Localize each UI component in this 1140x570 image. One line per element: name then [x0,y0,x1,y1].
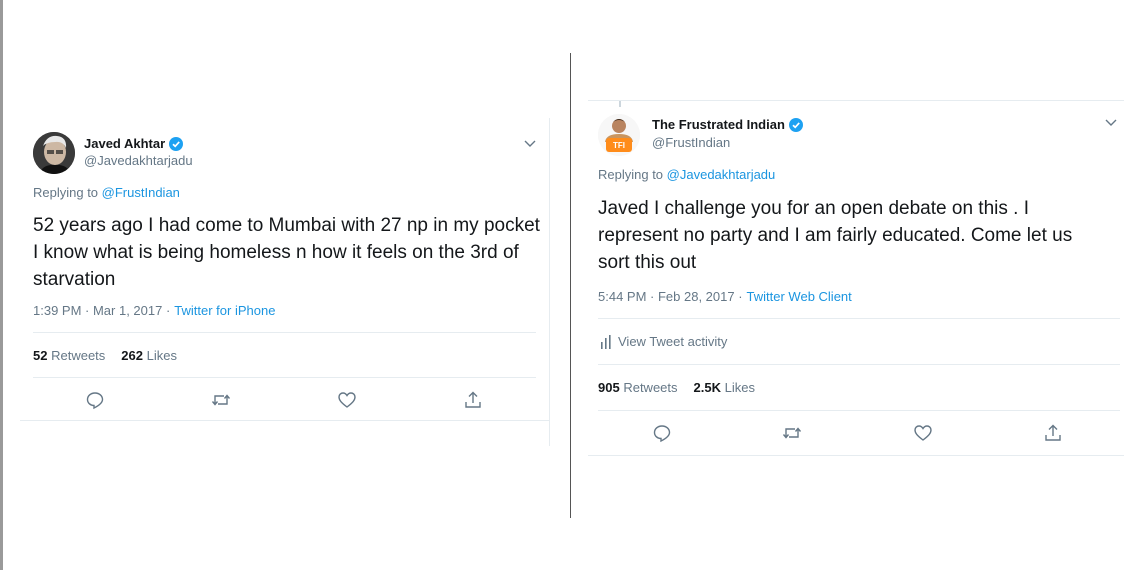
share-icon[interactable] [1043,423,1063,443]
verified-badge-icon [169,136,184,151]
divider [598,318,1120,319]
reply-icon[interactable] [652,423,672,443]
author-handle[interactable]: @Javedakhtarjadu [84,153,193,168]
replying-to: Replying to @Javedakhtarjadu [598,167,775,182]
window-left-edge [0,0,3,570]
author-name-row: Javed Akhtar [84,136,184,151]
likes-stat[interactable]: 2.5K Likes [694,380,755,395]
share-icon[interactable] [463,390,483,410]
divider [20,420,550,421]
replying-to-link[interactable]: @FrustIndian [102,185,180,200]
tweet-stats: 905 Retweets 2.5K Likes [598,380,755,395]
retweets-count: 905 [598,380,620,395]
replying-prefix: Replying to [33,185,99,200]
divider [33,332,536,333]
tweet-text: Javed I challenge you for an open debate… [598,198,1073,273]
tweet-meta: 1:39 PM · Mar 1, 2017 · Twitter for iPho… [33,303,275,318]
likes-count: 262 [121,348,143,363]
tweet-card-frustrated-indian: TFI The Frustrated Indian @FrustIndian R… [588,100,1124,460]
author-name[interactable]: Javed Akhtar [84,136,165,151]
retweet-icon[interactable] [782,423,802,443]
avatar-logo-text: TFI [613,141,625,150]
retweets-label: Retweets [51,348,106,363]
timestamp[interactable]: 1:39 PM · Mar 1, 2017 · [33,303,170,318]
verified-badge-icon [788,117,803,132]
likes-label: Likes [146,348,177,363]
chevron-down-icon[interactable] [1104,118,1118,128]
bar-chart-icon [600,334,612,349]
retweet-icon[interactable] [211,390,231,410]
divider [598,364,1120,365]
author-name[interactable]: The Frustrated Indian [652,117,785,132]
heart-icon[interactable] [913,423,933,443]
divider [598,410,1120,411]
thread-line [619,101,621,107]
tweet-text: 52 years ago I had come to Mumbai with 2… [33,215,540,290]
divider [588,100,1124,101]
divider [588,455,1124,456]
retweets-count: 52 [33,348,48,363]
avatar[interactable]: TFI [598,114,640,156]
retweets-stat[interactable]: 52 Retweets [33,348,105,363]
timestamp[interactable]: 5:44 PM · Feb 28, 2017 · [598,289,743,304]
author-handle[interactable]: @FrustIndian [652,135,730,150]
activity-label: View Tweet activity [618,334,728,349]
likes-label: Likes [724,380,755,395]
tweet-source[interactable]: Twitter for iPhone [174,303,275,318]
heart-icon[interactable] [337,390,357,410]
tweet-source[interactable]: Twitter Web Client [747,289,852,304]
view-tweet-activity[interactable]: View Tweet activity [600,334,727,349]
screenshot-divider [570,53,571,518]
likes-count: 2.5K [693,380,721,395]
replying-to-link[interactable]: @Javedakhtarjadu [667,167,776,182]
replying-to: Replying to @FrustIndian [33,185,180,200]
reply-icon[interactable] [85,390,105,410]
tweet-meta: 5:44 PM · Feb 28, 2017 · Twitter Web Cli… [598,289,852,304]
retweets-stat[interactable]: 905 Retweets [598,380,678,395]
avatar[interactable] [33,132,75,174]
retweets-label: Retweets [623,380,678,395]
author-name-row: The Frustrated Indian [652,117,803,132]
tweet-card-javed: Javed Akhtar @Javedakhtarjadu Replying t… [20,118,550,446]
replying-prefix: Replying to [598,167,664,182]
tweet-stats: 52 Retweets 262 Likes [33,348,177,363]
likes-stat[interactable]: 262 Likes [121,348,177,363]
divider [33,377,536,378]
chevron-down-icon[interactable] [523,139,537,149]
